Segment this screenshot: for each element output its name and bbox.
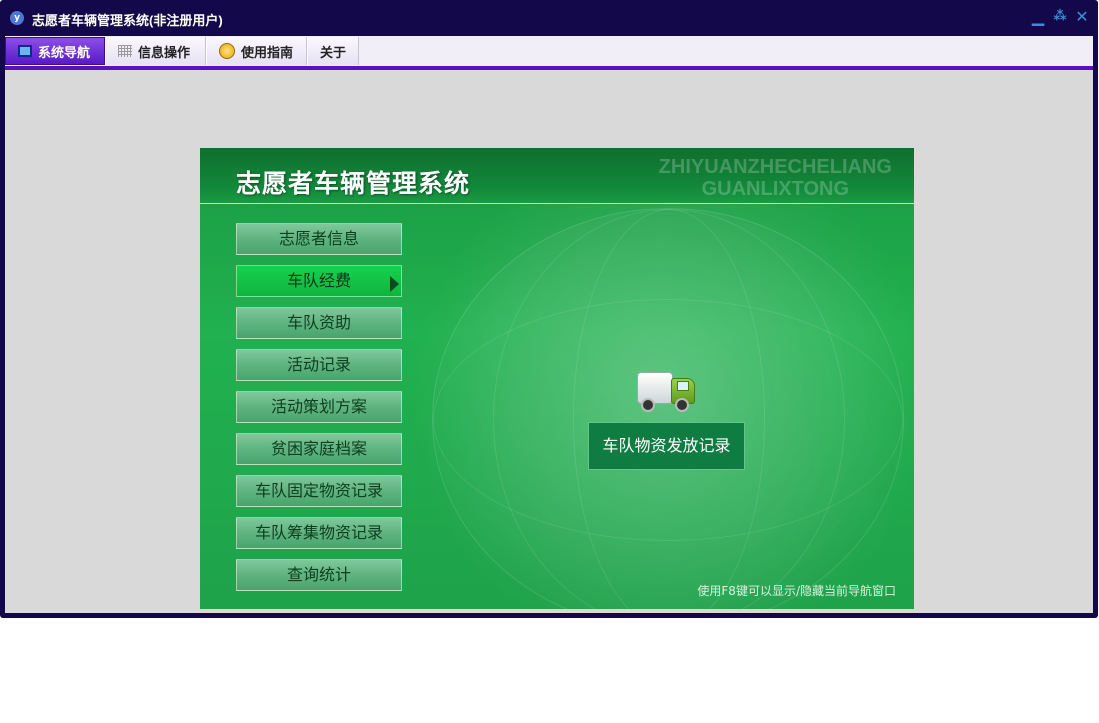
tab-label: 关于 (320, 45, 347, 61)
arrow-right-icon (390, 276, 399, 292)
tab-info-operations[interactable]: 信息操作 (105, 37, 206, 65)
nav-volunteer-info[interactable]: 志愿者信息 (236, 223, 402, 255)
nav-activity-plans[interactable]: 活动策划方案 (236, 391, 402, 423)
nav-label: 车队经费 (286, 271, 351, 290)
truck-wheel (675, 398, 689, 412)
help-icon (219, 43, 235, 59)
header-divider (200, 203, 914, 204)
nav-fleet-funds[interactable]: 车队经费 (236, 265, 402, 297)
panel-header: 志愿者车辆管理系统 ZHIYUANZHECHELIANG GUANLIXTONG (200, 148, 914, 203)
tab-label: 系统导航 (38, 45, 91, 61)
watermark-line: GUANLIXTONG (701, 178, 850, 200)
title-bar[interactable]: y 志愿者车辆管理系统(非注册用户) ▁ ⁂ ✕ (0, 0, 1098, 36)
window-title: 志愿者车辆管理系统(非注册用户) (32, 13, 223, 28)
panel-title: 志愿者车辆管理系统 (236, 169, 471, 198)
tab-about[interactable]: 关于 (307, 37, 359, 65)
truck-wheel (641, 398, 655, 412)
tab-label: 信息操作 (138, 45, 191, 61)
panel-watermark: ZHIYUANZHECHELIANG GUANLIXTONG (659, 156, 892, 200)
grid-icon (118, 45, 132, 57)
truck-icon[interactable] (637, 370, 699, 414)
app-logo-icon: y (10, 11, 24, 25)
tab-user-guide[interactable]: 使用指南 (206, 37, 307, 65)
nav-fixed-assets[interactable]: 车队固定物资记录 (236, 475, 402, 507)
nav-fleet-sponsorship[interactable]: 车队资助 (236, 307, 402, 339)
navigation-panel: 志愿者车辆管理系统 ZHIYUANZHECHELIANG GUANLIXTONG… (200, 148, 914, 609)
f8-hint-text: 使用F8键可以显示/隐藏当前导航窗口 (697, 584, 896, 598)
menu-bar: 系统导航 信息操作 使用指南 关于 (5, 36, 1093, 66)
tab-system-navigation[interactable]: 系统导航 (5, 37, 105, 65)
close-button[interactable]: ✕ (1074, 8, 1090, 26)
minimize-button[interactable]: ▁ (1030, 8, 1046, 26)
nav-activity-records[interactable]: 活动记录 (236, 349, 402, 381)
nav-poor-family-files[interactable]: 贫困家庭档案 (236, 433, 402, 465)
watermark-line: ZHIYUANZHECHELIANG (658, 156, 892, 178)
tab-label: 使用指南 (241, 45, 294, 61)
nav-raised-supplies[interactable]: 车队筹集物资记录 (236, 517, 402, 549)
restore-button[interactable]: ⁂ (1052, 8, 1068, 26)
truck-window (677, 381, 689, 391)
globe-parallel (433, 299, 903, 541)
app-window: y 志愿者车辆管理系统(非注册用户) ▁ ⁂ ✕ 系统导航 信息操作 使用指南 … (0, 0, 1098, 618)
nav-query-statistics[interactable]: 查询统计 (236, 559, 402, 591)
monitor-icon (18, 45, 32, 57)
supply-distribution-record-button[interactable]: 车队物资发放记录 (588, 422, 745, 470)
